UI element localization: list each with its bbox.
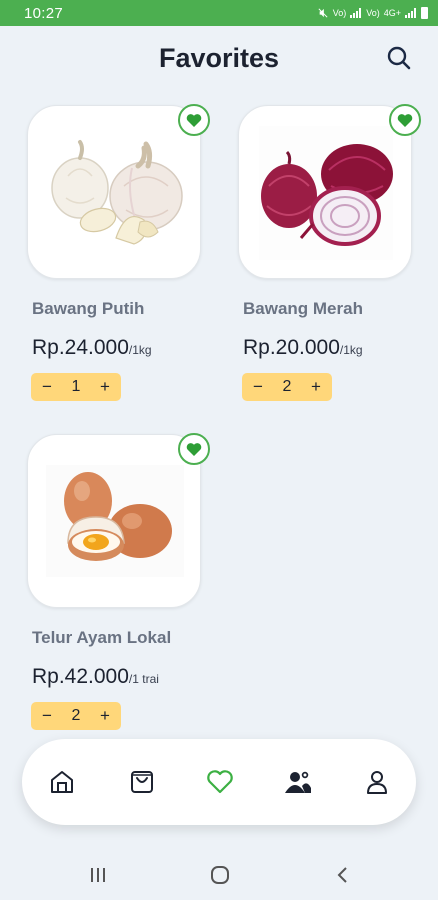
decrease-button[interactable]: − bbox=[248, 377, 268, 397]
nav-home[interactable] bbox=[47, 767, 77, 797]
product-name: Telur Ayam Lokal bbox=[32, 628, 172, 647]
quantity-value: 1 bbox=[71, 378, 81, 395]
eggs-image bbox=[46, 465, 184, 577]
back-button[interactable] bbox=[331, 864, 355, 886]
quantity-stepper: − 1 + bbox=[31, 373, 121, 401]
quantity-value: 2 bbox=[282, 378, 292, 395]
heart-icon bbox=[186, 442, 202, 456]
product-image-box[interactable] bbox=[27, 105, 201, 279]
home-icon bbox=[51, 771, 73, 793]
product-card[interactable]: Bawang Putih Rp.24.000/1kg − 1 + bbox=[27, 104, 210, 405]
signal-icon bbox=[405, 8, 416, 18]
network-label: 4G+ bbox=[383, 8, 401, 18]
favorite-button[interactable] bbox=[389, 104, 421, 136]
status-icons: Vo) Vo) 4G+ bbox=[317, 7, 428, 19]
increase-button[interactable]: + bbox=[95, 377, 115, 397]
price-row: Rp.42.000/1 trai bbox=[32, 665, 159, 689]
favorite-button[interactable] bbox=[178, 104, 210, 136]
system-navigation-bar bbox=[0, 850, 438, 900]
nav-profile[interactable] bbox=[362, 767, 392, 797]
network-label: Vo) bbox=[332, 8, 347, 18]
recent-apps-button[interactable] bbox=[86, 864, 110, 886]
heart-icon bbox=[397, 113, 413, 127]
price-row: Rp.20.000/1kg bbox=[243, 336, 363, 360]
home-button[interactable] bbox=[208, 864, 232, 886]
product-name: Bawang Merah bbox=[243, 299, 363, 318]
community-icon bbox=[285, 770, 311, 793]
signal-icon bbox=[350, 8, 362, 18]
product-unit: /1kg bbox=[128, 343, 152, 357]
decrease-button[interactable]: − bbox=[37, 377, 57, 397]
search-icon bbox=[387, 46, 411, 70]
price-row: Rp.24.000/1kg bbox=[32, 336, 152, 360]
product-unit: /1 trai bbox=[128, 672, 159, 686]
nav-orders[interactable] bbox=[127, 767, 157, 797]
status-time: 10:27 bbox=[24, 4, 64, 22]
shopping-bag-icon bbox=[131, 771, 153, 793]
nav-community[interactable] bbox=[283, 767, 313, 797]
garlic-image bbox=[51, 140, 183, 245]
heart-icon bbox=[186, 113, 202, 127]
red-onion-image bbox=[259, 126, 393, 260]
product-image-box[interactable] bbox=[238, 105, 412, 279]
product-unit: /1kg bbox=[339, 343, 363, 357]
quantity-value: 2 bbox=[71, 707, 81, 724]
product-card[interactable]: Bawang Merah Rp.20.000/1kg − 2 + bbox=[238, 104, 421, 405]
heart-icon bbox=[207, 770, 233, 794]
increase-button[interactable]: + bbox=[306, 377, 326, 397]
profile-icon bbox=[367, 771, 387, 794]
quantity-stepper: − 2 + bbox=[31, 702, 121, 730]
page-title: Favorites bbox=[158, 43, 280, 73]
product-price: Rp.20.000 bbox=[243, 336, 340, 359]
quantity-stepper: − 2 + bbox=[242, 373, 332, 401]
network-label: Vo) bbox=[366, 8, 380, 18]
product-price: Rp.42.000 bbox=[32, 665, 129, 688]
increase-button[interactable]: + bbox=[95, 706, 115, 726]
search-button[interactable] bbox=[384, 43, 414, 73]
home-circle-icon bbox=[211, 866, 229, 884]
decrease-button[interactable]: − bbox=[37, 706, 57, 726]
favorite-button[interactable] bbox=[178, 433, 210, 465]
bottom-nav bbox=[22, 739, 416, 825]
back-chevron-icon bbox=[337, 867, 347, 883]
product-name: Bawang Putih bbox=[32, 299, 145, 318]
product-card[interactable]: Telur Ayam Lokal Rp.42.000/1 trai − 2 + bbox=[27, 433, 210, 734]
status-bar: 10:27 Vo) Vo) 4G+ bbox=[0, 0, 438, 26]
mute-icon bbox=[318, 8, 328, 18]
battery-icon bbox=[421, 7, 428, 19]
recent-apps-icon bbox=[91, 868, 105, 882]
product-price: Rp.24.000 bbox=[32, 336, 129, 359]
nav-favorites[interactable] bbox=[205, 767, 235, 797]
product-image-box[interactable] bbox=[27, 434, 201, 608]
